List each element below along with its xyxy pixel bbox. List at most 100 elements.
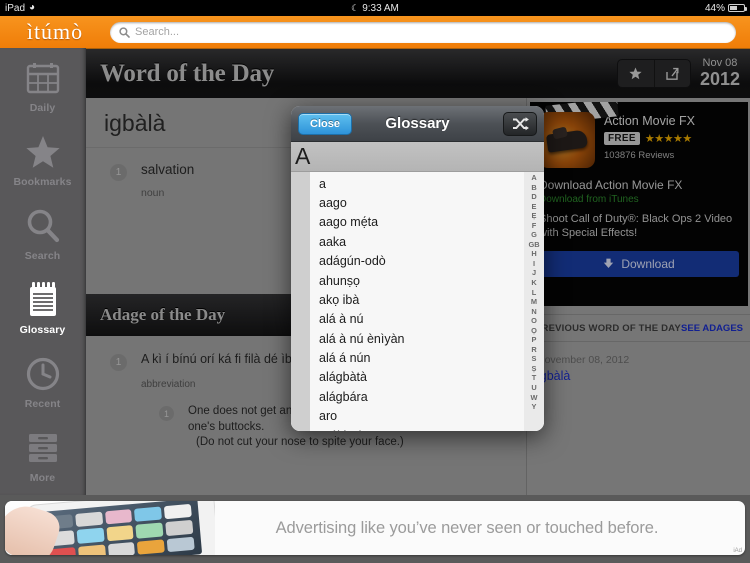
sidebar-item-glossary[interactable]: Glossary [0, 270, 85, 344]
alphabet-index-letter[interactable]: R [531, 345, 536, 355]
alphabet-index-letter[interactable]: D [531, 192, 536, 202]
sidebar-item-bookmarks[interactable]: Bookmarks [0, 122, 85, 196]
price-badge: FREE [604, 132, 640, 145]
iad-app-row: Action Movie FX FREE ★★★★★ 103876 Review… [530, 102, 748, 168]
alphabet-index-letter[interactable]: I [533, 259, 535, 269]
see-adages-link[interactable]: SEE ADAGES [681, 323, 743, 334]
iad-subhead: Download from iTunes [539, 194, 639, 205]
alphabet-index-letter[interactable]: W [531, 393, 538, 403]
ipad-photo [5, 501, 215, 555]
iad-headline: Download Action Movie FX [539, 178, 683, 192]
date-display: Nov 08 2012 [700, 58, 740, 88]
glossary-word-item[interactable]: alá à nú ènìyàn [310, 329, 524, 348]
glossary-word-item[interactable]: aago [310, 193, 524, 212]
star-icon [25, 131, 61, 173]
alphabet-index-letter[interactable]: E [532, 202, 537, 212]
alphabet-index-letter[interactable]: J [532, 268, 536, 278]
download-label: Download [621, 256, 675, 271]
alphabet-index[interactable]: A B D E Ẹ F G GB H I J K L M N O Ọ P R S Ṣ T U W Y [524, 172, 544, 431]
glossary-word-item[interactable]: alágbára [310, 387, 524, 406]
list-gutter [291, 172, 310, 431]
glossary-word-item[interactable]: ahunṣọ [310, 271, 524, 290]
alphabet-index-letter[interactable]: Ṣ [532, 364, 537, 374]
share-icon [666, 67, 679, 80]
alphabet-index-letter[interactable]: L [532, 288, 537, 298]
shuffle-icon [512, 116, 529, 130]
alphabet-index-letter[interactable]: Ọ [531, 326, 537, 336]
previous-word-date: November 08, 2012 [537, 354, 630, 366]
header-actions: Nov 08 2012 [616, 58, 740, 88]
sidebar-item-label: Daily [29, 101, 56, 114]
glossary-word-item[interactable]: alá á nún [310, 348, 524, 367]
previous-word-bar: PREVIOUS WORD OF THE DAY SEE ADAGES [527, 314, 750, 342]
iad-panel[interactable]: Action Movie FX FREE ★★★★★ 103876 Review… [530, 102, 748, 306]
glossary-word-item[interactable]: aaka [310, 232, 524, 251]
bookmark-button[interactable] [618, 60, 654, 87]
alphabet-index-letter[interactable]: O [531, 316, 537, 326]
glossary-word-item[interactable]: alágbàtà [310, 368, 524, 387]
glossary-modal: Close Glossary A a aago aago mẹ́ta aaka adág… [291, 106, 544, 431]
alphabet-index-letter[interactable]: M [531, 297, 537, 307]
alphabet-index-letter[interactable]: K [531, 278, 536, 288]
section-header: A [291, 142, 544, 172]
share-button[interactable] [653, 60, 690, 87]
glossary-word-item[interactable]: a [310, 174, 524, 193]
download-button[interactable]: Download [539, 250, 739, 277]
glossary-list-area: a aago aago mẹ́ta aaka adágún-odò ahunṣọ akọ i… [291, 172, 544, 431]
iad-app-name: Action Movie FX [604, 114, 696, 128]
page-title: Word of the Day [100, 59, 275, 87]
top-navbar: ìtúmò [0, 16, 750, 48]
definition-number: 1 [110, 164, 127, 181]
previous-word-label: PREVIOUS WORD OF THE DAY [535, 322, 681, 334]
glossary-word-item[interactable]: aago mẹ́ta [310, 213, 524, 232]
status-center: ☾ 9:33 AM [0, 3, 750, 14]
moon-icon: ☾ [351, 2, 360, 13]
clock-icon [26, 353, 60, 395]
glossary-word-item[interactable]: arábìnrin [310, 426, 524, 431]
glossary-word-item[interactable]: akọ ibà [310, 290, 524, 309]
rating-stars: ★★★★★ [644, 133, 692, 145]
shuffle-button[interactable] [503, 111, 537, 136]
sidebar-item-more[interactable]: More [0, 418, 85, 492]
bottom-ad-area: Advertising like you’ve never seen or to… [0, 495, 750, 563]
adage-translation-line3: (Do not cut your nose to spite your face… [196, 436, 404, 449]
section-letter: A [295, 143, 311, 169]
close-button[interactable]: Close [298, 112, 352, 135]
glossary-word-item[interactable]: aro [310, 407, 524, 426]
alphabet-index-letter[interactable]: Y [532, 402, 537, 412]
search-area [110, 21, 750, 43]
alphabet-index-letter[interactable]: S [532, 354, 537, 364]
alphabet-index-letter[interactable]: U [531, 383, 536, 393]
sidebar-item-daily[interactable]: Daily [0, 48, 85, 122]
alphabet-index-letter[interactable]: G [531, 230, 537, 240]
glossary-word-item[interactable]: alá à nú [310, 310, 524, 329]
iad-price-row: FREE ★★★★★ [604, 132, 739, 145]
search-input[interactable] [130, 26, 727, 38]
search-box[interactable] [110, 21, 736, 43]
sidebar-item-recent[interactable]: Recent [0, 344, 85, 418]
header-button-group [616, 59, 691, 88]
sidebar-item-label: Glossary [19, 323, 66, 336]
alphabet-index-letter[interactable]: P [532, 335, 537, 345]
iad-banner[interactable]: Advertising like you’ve never seen or to… [5, 501, 745, 555]
right-column: Action Movie FX FREE ★★★★★ 103876 Review… [526, 98, 750, 495]
calendar-icon [26, 57, 60, 99]
glossary-word-item[interactable]: adágún-odò [310, 252, 524, 271]
alphabet-index-letter[interactable]: N [531, 307, 536, 317]
alphabet-index-letter[interactable]: A [531, 173, 536, 183]
alphabet-index-letter[interactable]: B [531, 183, 536, 193]
glossary-word-list[interactable]: a aago aago mẹ́ta aaka adágún-odò ahunṣọ akọ i… [310, 172, 524, 431]
status-time: 9:33 AM [362, 2, 399, 14]
alphabet-index-letter[interactable]: T [532, 373, 537, 383]
iad-marker: iAd [733, 548, 742, 554]
alphabet-index-letter[interactable]: Ẹ [532, 211, 537, 221]
alphabet-index-letter[interactable]: H [531, 249, 536, 259]
alphabet-index-letter[interactable]: F [532, 221, 537, 231]
page-header: Word of the Day Nov 08 2012 [86, 48, 750, 98]
alphabet-index-letter[interactable]: GB [528, 240, 539, 250]
ipad-screen [37, 501, 203, 555]
sidebar-item-label: Search [24, 249, 61, 262]
sidebar-item-search[interactable]: Search [0, 196, 85, 270]
download-arrow-icon [604, 258, 614, 268]
iad-app-meta: Action Movie FX FREE ★★★★★ 103876 Review… [604, 112, 739, 168]
